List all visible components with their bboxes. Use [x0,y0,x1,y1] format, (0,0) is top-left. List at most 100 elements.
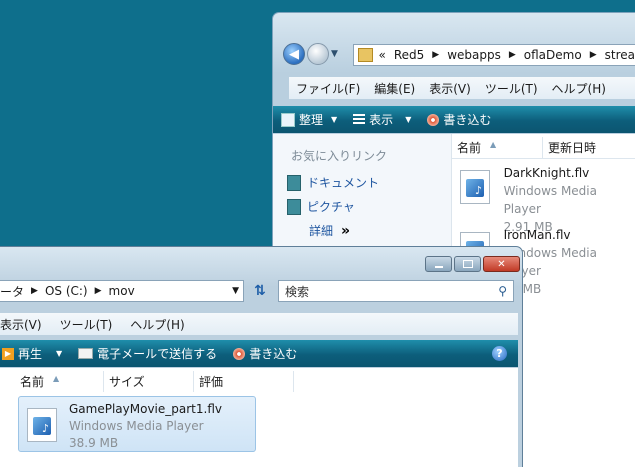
refresh-icon: ⇅ [254,283,266,299]
nav-link-documents[interactable]: ドキュメント [287,174,379,191]
view-button[interactable]: 表示 ▼ [345,111,419,128]
documents-icon [287,174,301,191]
close-button[interactable]: ✕ [483,256,520,272]
views-icon [353,114,366,125]
view-label: 表示 [369,113,394,127]
column-headers: 名前 ▲ 更新日時 [452,137,635,159]
menu-bar: ファイル(F) 編集(E) 表示(V) ツール(T) ヘルプ(H) [289,77,635,99]
favorites-heading: お気に入りリンク [291,149,388,163]
file-list: 名前 ▲ サイズ 評価 ♪ GamePlayMovie_part1.flv Wi… [0,368,518,467]
column-headers: 名前 ▲ サイズ 評価 [13,371,518,392]
maximize-icon [462,260,473,268]
recent-pages-chevron-icon[interactable]: ▼ [331,49,338,59]
file-size: 33 MB [504,282,542,296]
chevron-down-icon: ▼ [331,115,338,124]
file-name: IronMan.flv [503,228,571,242]
breadcrumb-separator-icon[interactable]: ▶ [95,286,102,296]
nav-buttons: ◀ ▼ [283,43,338,65]
organize-icon [281,112,295,127]
command-toolbar: 整理 ▼ 表示 ▼ 書き込む [273,106,635,133]
menu-tools[interactable]: ツール(T) [53,316,120,333]
chevron-down-icon: ▼ [56,349,63,358]
folder-icon [358,48,373,62]
command-toolbar: ▶ 再生 ▼ 電子メールで送信する 書き込む ? [0,340,518,367]
breadcrumb-item[interactable]: OS (C:) [45,284,88,298]
minimize-icon [434,265,443,268]
menu-tools[interactable]: ツール(T) [478,80,545,97]
chevron-down-icon: ▼ [405,115,412,124]
sort-ascending-icon: ▲ [53,374,60,383]
nav-more-label: 詳細 [309,224,334,238]
file-name: GamePlayMovie_part1.flv [69,402,222,416]
breadcrumb-item[interactable]: ータ [0,283,24,300]
breadcrumb-separator-icon[interactable]: ▶ [590,50,597,60]
menu-bar: 表示(V) ツール(T) ヘルプ(H) [0,313,518,335]
help-button[interactable]: ? [492,346,507,361]
search-box[interactable]: 検索 ⚲ [278,280,514,302]
column-header-name[interactable]: 名前 ▲ [452,137,543,158]
search-placeholder: 検索 [285,284,310,299]
pictures-icon [287,198,301,215]
address-bar[interactable]: « Red5 ▶ webapps ▶ oflaDemo ▶ strea [353,44,635,66]
double-chevron-right-icon: » [341,222,351,239]
column-header-label: 名前 [457,141,482,155]
back-button[interactable]: ◀ [283,43,305,65]
breadcrumb-item[interactable]: strea [605,48,635,62]
column-header-size[interactable]: サイズ [104,371,194,392]
search-icon[interactable]: ⚲ [498,284,507,298]
explorer-window-front: ✕ ータ ▶ OS (C:) ▶ mov ▼ ⇅ 検索 ⚲ 表示(V) ツール(… [0,246,523,467]
email-icon [78,348,94,359]
disc-burn-icon [233,347,246,360]
file-type: Windows Media Player [503,184,597,216]
burn-button[interactable]: 書き込む [419,111,499,128]
minimize-button[interactable] [425,256,452,272]
file-item-selected[interactable]: ♪ GamePlayMovie_part1.flv Windows Media … [18,396,256,452]
file-type: Windows Media Player [69,419,204,433]
menu-help[interactable]: ヘルプ(H) [545,80,613,97]
burn-label: 書き込む [443,113,492,127]
file-size: 38.9 MB [69,436,119,450]
menu-view[interactable]: 表示(V) [0,316,49,333]
column-header-modified[interactable]: 更新日時 [543,137,635,158]
menu-file[interactable]: ファイル(F) [289,80,367,97]
video-file-icon: ♪ [460,170,490,204]
maximize-button[interactable] [454,256,481,272]
file-type: Windows Media Player [503,246,597,278]
email-button[interactable]: 電子メールで送信する [70,345,225,362]
column-header-label: 名前 [20,375,45,389]
address-dropdown-icon[interactable]: ▼ [232,286,239,296]
file-name: DarkKnight.flv [503,166,590,180]
play-button[interactable]: ▶ 再生 ▼ [0,345,70,362]
breadcrumb-separator-icon[interactable]: ▶ [509,50,516,60]
breadcrumb-item[interactable]: mov [109,284,135,298]
breadcrumb-item[interactable]: oflaDemo [524,48,582,62]
menu-view[interactable]: 表示(V) [422,80,478,97]
breadcrumb-separator-icon[interactable]: ▶ [432,50,439,60]
play-label: 再生 [18,347,43,361]
nav-link-label: ドキュメント [307,176,380,190]
burn-label: 書き込む [249,347,298,361]
breadcrumb-separator-icon[interactable]: ▶ [31,286,38,296]
column-header-rating[interactable]: 評価 [194,371,294,392]
organize-button[interactable]: 整理 ▼ [273,111,345,128]
forward-button[interactable] [307,43,329,65]
nav-more-link[interactable]: 詳細 » [309,222,350,239]
breadcrumb-item[interactable]: webapps [447,48,501,62]
menu-help[interactable]: ヘルプ(H) [123,316,191,333]
column-header-name[interactable]: 名前 ▲ [13,371,104,392]
refresh-button[interactable]: ⇅ [248,280,272,302]
play-icon: ▶ [2,347,14,360]
video-file-icon: ♪ [27,408,57,442]
breadcrumb-item[interactable]: « [379,48,386,62]
email-label: 電子メールで送信する [97,347,218,361]
menu-edit[interactable]: 編集(E) [367,80,422,97]
disc-burn-icon [427,113,440,126]
arrow-left-icon: ◀ [289,46,299,62]
close-icon: ✕ [497,258,506,270]
burn-button[interactable]: 書き込む [225,345,305,362]
breadcrumb-item[interactable]: Red5 [394,48,424,62]
address-bar[interactable]: ータ ▶ OS (C:) ▶ mov ▼ [0,280,244,302]
nav-link-label: ピクチャ [307,200,355,214]
organize-label: 整理 [299,113,324,127]
nav-link-pictures[interactable]: ピクチャ [287,198,355,215]
